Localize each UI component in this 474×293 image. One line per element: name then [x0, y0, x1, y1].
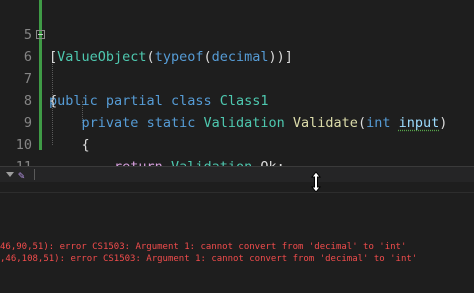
code-editor[interactable]: 5 [ValueObject(typeof(decimal))] 6 publi… — [0, 0, 474, 166]
code-line: 12 } — [0, 156, 474, 166]
resize-cursor-icon[interactable] — [309, 170, 323, 194]
collapse-toggle-icon[interactable] — [36, 30, 45, 39]
code-line: 10 return Validation.Ok; — [0, 112, 474, 166]
error-message[interactable]: ,46,108,51): error CS1503: Argument 1: c… — [0, 252, 417, 266]
code-line: 8 private static Validation Validate(int… — [0, 68, 474, 131]
code-line: 6 public partial class Class1 — [0, 24, 474, 109]
editor-horizontal-scrollbar[interactable]: ✎ — [0, 166, 474, 182]
zoom-dropdown-icon[interactable] — [6, 172, 14, 177]
output-panel[interactable]: 46,90,51): error CS1503: Argument 1: can… — [0, 192, 474, 293]
divider — [34, 169, 35, 180]
intellicode-icon[interactable]: ✎ — [18, 169, 25, 182]
code-line: 11 } — [0, 134, 474, 166]
code-line: 9 { — [0, 90, 474, 153]
code-line: 7 { — [0, 46, 474, 109]
code-line: 5 [ValueObject(typeof(decimal))] — [0, 2, 474, 65]
